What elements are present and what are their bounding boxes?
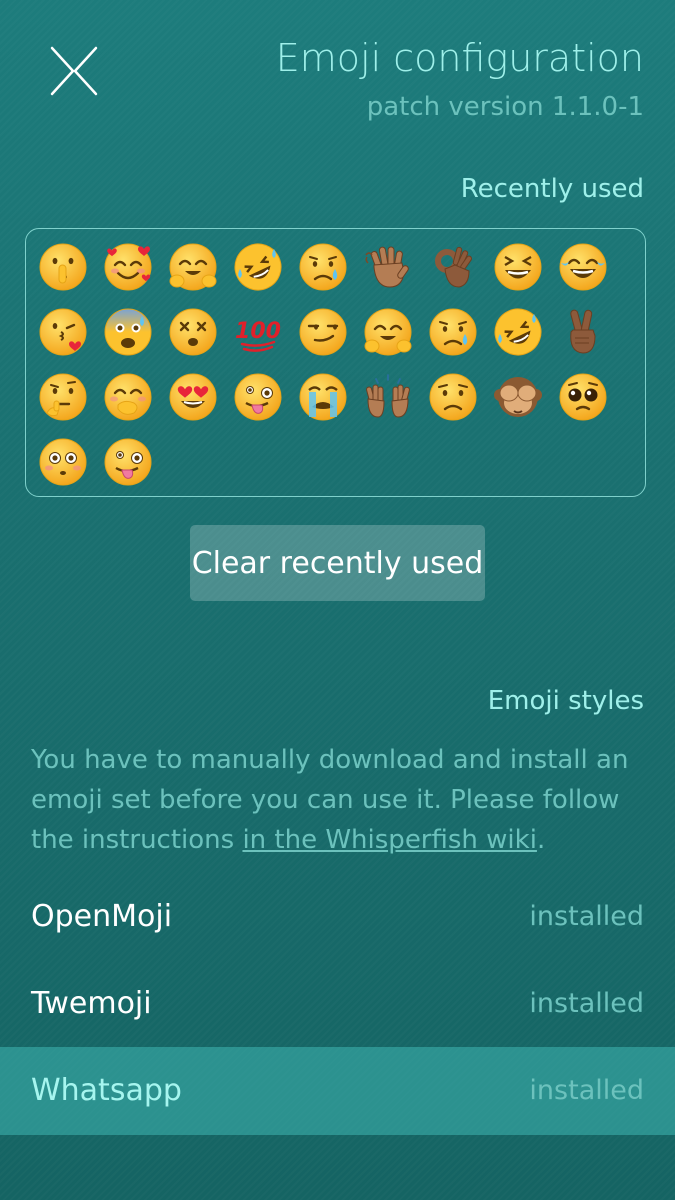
emoji-shushing-face[interactable] bbox=[37, 241, 89, 293]
style-status: installed bbox=[529, 1075, 644, 1106]
emoji-see-no-evil-monkey[interactable] bbox=[492, 371, 544, 423]
emoji-thinking-face[interactable] bbox=[37, 371, 89, 423]
style-name: Twemoji bbox=[31, 986, 152, 1021]
page-subtitle: patch version 1.1.0-1 bbox=[366, 92, 644, 122]
emoji-face-with-hand-over-mouth[interactable] bbox=[102, 371, 154, 423]
emoji-smiling-face-with-heart-eyes[interactable] bbox=[167, 371, 219, 423]
emoji-zany-face[interactable] bbox=[102, 436, 154, 488]
emoji-sad-but-relieved-face[interactable] bbox=[427, 306, 479, 358]
emoji-anxious-face-with-sweat[interactable] bbox=[102, 306, 154, 358]
emoji-hugging-face[interactable] bbox=[362, 306, 414, 358]
close-icon bbox=[50, 46, 98, 96]
emoji-face-with-tears-of-joy[interactable] bbox=[557, 241, 609, 293]
svg-text:100: 100 bbox=[235, 319, 281, 344]
emoji-victory-hand-medium-dark-skin[interactable] bbox=[557, 306, 609, 358]
emoji-face-blowing-a-kiss[interactable] bbox=[37, 306, 89, 358]
close-button[interactable] bbox=[38, 36, 108, 106]
emoji-styles-header: Emoji styles bbox=[487, 686, 644, 716]
info-text-end: . bbox=[536, 825, 546, 855]
style-row-openmoji[interactable]: OpenMoji installed bbox=[0, 873, 675, 961]
emoji-zany-face[interactable] bbox=[232, 371, 284, 423]
style-row-twemoji[interactable]: Twemoji installed bbox=[0, 960, 675, 1048]
emoji-rolling-on-the-floor-laughing[interactable] bbox=[232, 241, 284, 293]
emoji-pleading-face[interactable] bbox=[557, 371, 609, 423]
whisperfish-wiki-link[interactable]: in the Whisperfish wiki bbox=[242, 825, 536, 855]
emoji-raising-hands-medium-skin[interactable] bbox=[362, 371, 414, 423]
emoji-ok-hand-medium-dark-skin[interactable] bbox=[427, 241, 479, 293]
recently-used-header: Recently used bbox=[460, 174, 644, 204]
clear-recently-used-button[interactable]: Clear recently used bbox=[190, 525, 485, 601]
emoji-hugging-face[interactable] bbox=[167, 241, 219, 293]
style-status: installed bbox=[529, 901, 644, 932]
style-row-whatsapp[interactable]: Whatsapp installed bbox=[0, 1047, 675, 1135]
emoji-sad-but-relieved-face[interactable] bbox=[297, 241, 349, 293]
emoji-rolling-on-the-floor-laughing[interactable] bbox=[492, 306, 544, 358]
style-name: OpenMoji bbox=[31, 899, 173, 934]
emoji-waving-hand-medium-skin[interactable] bbox=[362, 241, 414, 293]
emoji-flushed-face[interactable] bbox=[37, 436, 89, 488]
emoji-loudly-crying-face[interactable] bbox=[297, 371, 349, 423]
emoji-worried-face[interactable] bbox=[427, 371, 479, 423]
emoji-styles-info: You have to manually download and instal… bbox=[31, 740, 646, 860]
emoji-smirking-face[interactable] bbox=[297, 306, 349, 358]
emoji-smiling-face-with-hearts[interactable] bbox=[102, 241, 154, 293]
page-title: Emoji configuration bbox=[275, 36, 644, 80]
emoji-hundred-points[interactable]: 100 bbox=[232, 306, 284, 358]
emoji-grinning-squinting-face[interactable] bbox=[492, 241, 544, 293]
style-status: installed bbox=[529, 988, 644, 1019]
style-name: Whatsapp bbox=[31, 1073, 182, 1108]
emoji-dizzy-face[interactable] bbox=[167, 306, 219, 358]
recent-emoji-grid: 100 bbox=[25, 228, 646, 497]
